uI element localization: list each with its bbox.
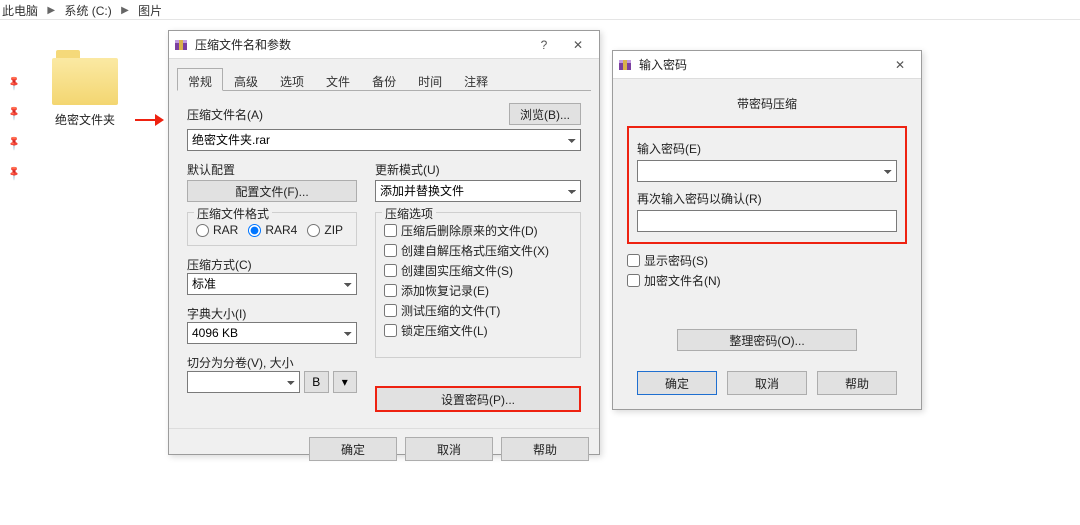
opt-delete-after[interactable]: 压缩后删除原来的文件(D) bbox=[384, 222, 538, 239]
titlebar[interactable]: 输入密码 ✕ bbox=[613, 51, 921, 79]
ok-button[interactable]: 确定 bbox=[309, 437, 397, 461]
update-mode-label: 更新模式(U) bbox=[375, 161, 581, 178]
encrypt-filenames-checkbox[interactable]: 加密文件名(N) bbox=[627, 272, 721, 289]
pin-icon: 📌 bbox=[6, 138, 17, 149]
dialog-title: 压缩文件名和参数 bbox=[195, 36, 527, 53]
tab-general[interactable]: 常规 bbox=[177, 68, 223, 91]
set-password-button[interactable]: 设置密码(P)... bbox=[375, 386, 581, 412]
cancel-button[interactable]: 取消 bbox=[727, 371, 807, 395]
tab-backup[interactable]: 备份 bbox=[361, 68, 407, 91]
ok-button[interactable]: 确定 bbox=[637, 371, 717, 395]
filename-label: 压缩文件名(A) bbox=[187, 106, 263, 123]
chevron-right-icon: ▶ bbox=[121, 1, 129, 21]
config-button[interactable]: 配置文件(F)... bbox=[187, 180, 357, 202]
confirm-password-label: 再次输入密码以确认(R) bbox=[637, 190, 897, 207]
breadcrumb-part[interactable]: 图片 bbox=[138, 4, 162, 18]
split-label: 切分为分卷(V), 大小 bbox=[187, 354, 357, 371]
format-rar4[interactable]: RAR4 bbox=[248, 223, 297, 237]
breadcrumb-part[interactable]: 系统 (C:) bbox=[64, 4, 111, 18]
dialog-buttons: 确定 取消 帮助 bbox=[613, 361, 921, 405]
opt-recovery[interactable]: 添加恢复记录(E) bbox=[384, 282, 489, 299]
tab-advanced[interactable]: 高级 bbox=[223, 68, 269, 91]
format-group-title: 压缩文件格式 bbox=[194, 205, 272, 222]
explorer-pane: 📌 📌 📌 📌 绝密文件夹 bbox=[0, 20, 165, 525]
show-password-checkbox[interactable]: 显示密码(S) bbox=[627, 252, 708, 269]
annotation-arrow bbox=[135, 110, 165, 130]
compression-method-select[interactable]: 标准 bbox=[187, 273, 357, 295]
password-dialog: 输入密码 ✕ 带密码压缩 输入密码(E) 再次输入密码以确认(R) 显示密码(S… bbox=[612, 50, 922, 410]
archive-filename-input[interactable]: 绝密文件夹.rar bbox=[187, 129, 581, 151]
pin-icon: 📌 bbox=[6, 168, 17, 179]
help-button[interactable]: 帮助 bbox=[501, 437, 589, 461]
dialog-buttons: 确定 取消 帮助 bbox=[169, 428, 599, 469]
options-group-title: 压缩选项 bbox=[382, 205, 436, 222]
split-size-input[interactable] bbox=[187, 371, 300, 393]
tab-files[interactable]: 文件 bbox=[315, 68, 361, 91]
folder-item[interactable]: 绝密文件夹 bbox=[40, 50, 130, 128]
opt-test[interactable]: 测试压缩的文件(T) bbox=[384, 302, 500, 319]
organize-passwords-button[interactable]: 整理密码(O)... bbox=[677, 329, 857, 351]
dialog-title: 输入密码 bbox=[639, 56, 883, 73]
options-group: 压缩选项 压缩后删除原来的文件(D) 创建自解压格式压缩文件(X) 创建固实压缩… bbox=[375, 212, 581, 358]
help-button[interactable]: 帮助 bbox=[817, 371, 897, 395]
opt-solid[interactable]: 创建固实压缩文件(S) bbox=[384, 262, 513, 279]
pin-icon: 📌 bbox=[6, 78, 17, 89]
method-label: 压缩方式(C) bbox=[187, 256, 357, 273]
format-zip[interactable]: ZIP bbox=[307, 223, 343, 237]
titlebar[interactable]: 压缩文件名和参数 ? ✕ bbox=[169, 31, 599, 59]
default-config-label: 默认配置 bbox=[187, 161, 357, 178]
password-subtitle: 带密码压缩 bbox=[627, 95, 907, 112]
close-button[interactable]: ✕ bbox=[883, 51, 917, 79]
browse-button[interactable]: 浏览(B)... bbox=[509, 103, 581, 125]
breadcrumb: 此电脑 ▶ 系统 (C:) ▶ 图片 bbox=[0, 0, 1080, 20]
format-rar[interactable]: RAR bbox=[196, 223, 238, 237]
enter-password-label: 输入密码(E) bbox=[637, 140, 897, 157]
dict-label: 字典大小(I) bbox=[187, 305, 357, 322]
password-confirm-input[interactable] bbox=[637, 210, 897, 232]
cancel-button[interactable]: 取消 bbox=[405, 437, 493, 461]
opt-sfx[interactable]: 创建自解压格式压缩文件(X) bbox=[384, 242, 549, 259]
archive-dialog: 压缩文件名和参数 ? ✕ 常规 高级 选项 文件 备份 时间 注释 压缩文件名(… bbox=[168, 30, 600, 455]
folder-icon bbox=[50, 50, 120, 105]
tabstrip: 常规 高级 选项 文件 备份 时间 注释 bbox=[177, 67, 591, 91]
breadcrumb-part[interactable]: 此电脑 bbox=[2, 4, 38, 18]
tab-comment[interactable]: 注释 bbox=[453, 68, 499, 91]
close-button[interactable]: ✕ bbox=[561, 31, 595, 59]
help-button[interactable]: ? bbox=[527, 31, 561, 59]
tab-options[interactable]: 选项 bbox=[269, 68, 315, 91]
pin-icon: 📌 bbox=[6, 108, 17, 119]
password-input[interactable] bbox=[637, 160, 897, 182]
app-icon bbox=[617, 57, 633, 73]
format-group: 压缩文件格式 RAR RAR4 ZIP bbox=[187, 212, 357, 246]
split-unit-dropdown[interactable]: ▾ bbox=[333, 371, 357, 393]
tab-time[interactable]: 时间 bbox=[407, 68, 453, 91]
folder-label: 绝密文件夹 bbox=[40, 111, 130, 128]
split-unit-button[interactable]: B bbox=[304, 371, 328, 393]
app-icon bbox=[173, 37, 189, 53]
opt-lock[interactable]: 锁定压缩文件(L) bbox=[384, 322, 488, 339]
password-fields-group: 输入密码(E) 再次输入密码以确认(R) bbox=[627, 126, 907, 244]
update-mode-select[interactable]: 添加并替换文件 bbox=[375, 180, 581, 202]
chevron-right-icon: ▶ bbox=[47, 1, 55, 21]
dictionary-size-select[interactable]: 4096 KB bbox=[187, 322, 357, 344]
